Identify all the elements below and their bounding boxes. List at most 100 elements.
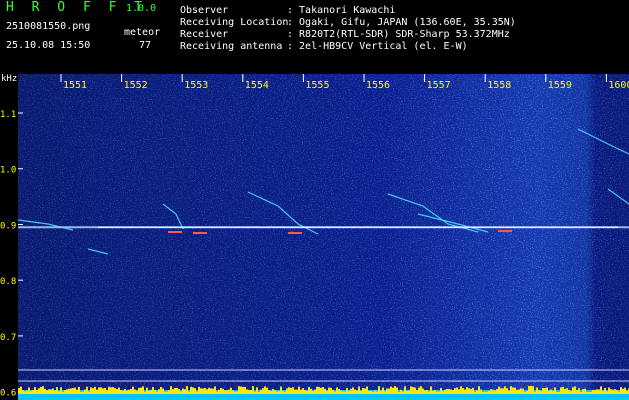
level-bar xyxy=(290,387,292,394)
level-bar xyxy=(568,389,570,394)
level-bar xyxy=(462,388,464,394)
level-bar xyxy=(292,387,294,394)
level-bar xyxy=(474,391,476,394)
level-bar xyxy=(70,388,72,394)
y-tick-label: 0.9 xyxy=(0,221,16,231)
level-bar xyxy=(50,389,52,394)
level-bar xyxy=(110,387,112,394)
level-bar xyxy=(278,391,280,394)
level-bar xyxy=(454,388,456,394)
header-panel: H R O F F T 1.0.0 2510081550.png 25.10.0… xyxy=(0,0,629,74)
level-bar xyxy=(32,390,34,394)
level-bar xyxy=(296,389,298,394)
level-bar xyxy=(402,391,404,394)
x-tick-label: 1557 xyxy=(427,80,451,91)
level-bar xyxy=(616,390,618,394)
level-bar xyxy=(446,388,448,394)
level-bar xyxy=(198,386,200,394)
level-bar xyxy=(572,387,574,394)
echo-hotspot xyxy=(193,232,207,234)
level-bar xyxy=(408,390,410,394)
observation-datetime: 25.10.08 15:50 xyxy=(6,40,91,51)
y-tick-label: 0.8 xyxy=(0,277,16,287)
level-bar xyxy=(566,388,568,394)
level-bar xyxy=(144,391,146,394)
level-bar xyxy=(450,389,452,394)
x-tick-label: 1558 xyxy=(487,80,511,91)
level-bar xyxy=(436,391,438,394)
level-bar xyxy=(562,386,564,394)
level-bar xyxy=(246,389,248,394)
x-tick-label: 1554 xyxy=(245,80,269,91)
level-bar xyxy=(152,387,154,394)
level-bar xyxy=(596,389,598,394)
level-bar xyxy=(358,386,360,394)
level-bar xyxy=(308,386,310,394)
level-bar xyxy=(560,387,562,394)
file-name: 2510081550.png xyxy=(6,21,91,32)
level-bar xyxy=(584,388,586,394)
level-bar xyxy=(618,391,620,394)
y-axis-unit: kHz xyxy=(1,74,18,84)
level-bar xyxy=(556,391,558,394)
level-bar xyxy=(322,387,324,394)
x-tick-label: 1555 xyxy=(305,80,329,91)
level-bar xyxy=(312,390,314,394)
x-tick-label: 1556 xyxy=(366,80,390,91)
level-bar xyxy=(20,386,22,394)
level-bar xyxy=(270,391,272,394)
level-bar xyxy=(192,387,194,394)
level-bar xyxy=(226,390,228,394)
level-bar xyxy=(398,391,400,394)
level-bar xyxy=(240,386,242,394)
level-bar xyxy=(272,388,274,394)
level-bar xyxy=(60,387,62,394)
level-bar xyxy=(368,390,370,394)
level-bar xyxy=(250,390,252,394)
level-bar xyxy=(510,386,512,394)
level-bar xyxy=(200,388,202,394)
level-bar xyxy=(206,389,208,394)
level-bar xyxy=(204,388,206,394)
level-bar xyxy=(344,391,346,394)
level-bar xyxy=(428,391,430,394)
receiver-label: Receiver xyxy=(180,29,229,40)
level-bar xyxy=(98,387,100,394)
level-bar xyxy=(182,388,184,394)
level-bar xyxy=(174,387,176,394)
level-bar xyxy=(264,386,266,394)
level-bar xyxy=(554,387,556,394)
level-bar xyxy=(332,389,334,394)
level-bar xyxy=(626,390,628,394)
y-tick-label: 1.0 xyxy=(0,166,16,176)
level-bar xyxy=(328,387,330,394)
level-bar xyxy=(410,386,412,394)
level-bar xyxy=(38,388,40,394)
level-bar xyxy=(132,386,134,394)
level-bar xyxy=(88,391,90,394)
level-bar xyxy=(514,387,516,394)
level-bar xyxy=(216,391,218,394)
level-bar xyxy=(444,389,446,394)
level-bar xyxy=(516,389,518,394)
level-bar xyxy=(546,387,548,394)
level-bar xyxy=(350,388,352,394)
level-bar xyxy=(536,387,538,394)
level-bar xyxy=(64,390,66,394)
level-bar xyxy=(234,391,236,394)
level-bar xyxy=(52,388,54,394)
level-bar xyxy=(364,388,366,394)
y-tick-label: 0.7 xyxy=(0,333,16,343)
level-bar xyxy=(220,388,222,394)
level-bar xyxy=(202,388,204,394)
level-bar xyxy=(100,387,102,394)
level-bar xyxy=(214,386,216,394)
observer-value: : Takanori Kawachi xyxy=(287,5,396,16)
level-bar xyxy=(120,390,122,394)
level-bar xyxy=(330,387,332,394)
level-bar xyxy=(74,387,76,394)
level-bar xyxy=(478,386,480,394)
level-bar xyxy=(620,387,622,394)
level-bar xyxy=(608,387,610,394)
level-bar xyxy=(56,387,58,394)
